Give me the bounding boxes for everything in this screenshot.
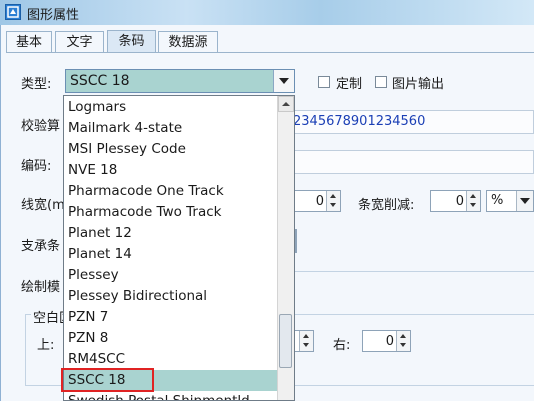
tab-barcode[interactable]: 条码 bbox=[107, 30, 156, 52]
margin-top-label: 上: bbox=[37, 338, 55, 353]
bar-reduction-unit-select[interactable]: % bbox=[486, 190, 534, 212]
dropdown-option[interactable]: Swedish Postal Shipmentld bbox=[64, 391, 278, 400]
dropdown-option[interactable]: PZN 8 bbox=[64, 328, 278, 349]
check-digit-label: 校验算 bbox=[21, 119, 61, 134]
decrement-icon[interactable] bbox=[303, 343, 309, 347]
custom-checkbox[interactable] bbox=[318, 76, 330, 88]
barcode-type-dropdown-list[interactable]: Logmars Mailmark 4-state MSI Plessey Cod… bbox=[63, 95, 295, 401]
decrement-icon[interactable] bbox=[470, 203, 476, 207]
draw-mode-divider bbox=[295, 271, 534, 272]
dropdown-option[interactable]: Logmars bbox=[64, 97, 278, 118]
tab-text-label: 文字 bbox=[66, 35, 93, 50]
dropdown-option[interactable]: RM4SCC bbox=[64, 349, 278, 370]
tab-basic-label: 基本 bbox=[15, 35, 42, 50]
scrollbar-thumb[interactable] bbox=[279, 314, 292, 368]
line-width-stepper[interactable] bbox=[326, 191, 340, 211]
increment-icon[interactable] bbox=[303, 334, 309, 338]
margin-right-value: 0 bbox=[385, 334, 394, 349]
bar-reduction-value: 0 bbox=[455, 194, 464, 209]
line-width-spinner[interactable]: 0 bbox=[295, 190, 341, 212]
dropdown-option[interactable]: NVE 18 bbox=[64, 160, 278, 181]
support-bar-label: 支承条 bbox=[21, 239, 61, 254]
type-label: 类型: bbox=[21, 77, 52, 92]
encoding-field[interactable] bbox=[295, 150, 534, 174]
encoding-label: 编码: bbox=[21, 159, 52, 174]
dropdown-arrow-icon[interactable] bbox=[273, 70, 294, 92]
dropdown-option[interactable]: Mailmark 4-state bbox=[64, 118, 278, 139]
bar-reduction-unit: % bbox=[491, 193, 504, 208]
tab-datasource[interactable]: 数据源 bbox=[158, 31, 218, 52]
dropdown-scrollbar[interactable] bbox=[277, 96, 294, 400]
chevron-down-icon[interactable] bbox=[516, 191, 533, 211]
decrement-icon[interactable] bbox=[400, 343, 406, 347]
dropdown-option[interactable]: Plessey Bidirectional bbox=[64, 286, 278, 307]
image-output-label: 图片输出 bbox=[392, 77, 445, 92]
margin-right-stepper[interactable] bbox=[396, 331, 410, 351]
tab-divider bbox=[6, 52, 534, 53]
barcode-type-value: SSCC 18 bbox=[70, 73, 130, 89]
barcode-type-select[interactable]: SSCC 18 bbox=[65, 69, 295, 93]
support-bar-control-edge[interactable] bbox=[295, 229, 297, 253]
margin-top-spinner[interactable] bbox=[295, 330, 314, 352]
dropdown-option[interactable]: Planet 12 bbox=[64, 223, 278, 244]
margin-top-stepper[interactable] bbox=[299, 331, 313, 351]
check-digit-value: 2345678901234560 bbox=[293, 114, 426, 129]
line-width-label: 线宽(m bbox=[21, 198, 65, 213]
increment-icon[interactable] bbox=[330, 194, 336, 198]
draw-mode-label: 绘制模 bbox=[21, 280, 61, 295]
dropdown-option[interactable]: Pharmacode One Track bbox=[64, 181, 278, 202]
window-title: 图形属性 bbox=[27, 8, 80, 23]
custom-label: 定制 bbox=[336, 77, 363, 92]
dropdown-option[interactable]: Pharmacode Two Track bbox=[64, 202, 278, 223]
tab-barcode-label: 条码 bbox=[118, 34, 145, 49]
tab-datasource-label: 数据源 bbox=[168, 35, 208, 50]
increment-icon[interactable] bbox=[400, 334, 406, 338]
increment-icon[interactable] bbox=[470, 194, 476, 198]
bar-reduction-label: 条宽削减: bbox=[358, 198, 415, 213]
line-width-value: 0 bbox=[315, 194, 324, 209]
margin-right-label: 右: bbox=[333, 338, 351, 353]
dropdown-option[interactable]: Planet 14 bbox=[64, 244, 278, 265]
tab-text[interactable]: 文字 bbox=[55, 31, 104, 52]
scroll-up-icon[interactable] bbox=[278, 96, 294, 112]
app-icon bbox=[5, 4, 21, 20]
window-titlebar[interactable]: 图形属性 bbox=[0, 0, 534, 25]
dropdown-option[interactable]: MSI Plessey Code bbox=[64, 139, 278, 160]
bar-reduction-stepper[interactable] bbox=[466, 191, 480, 211]
bar-reduction-spinner[interactable]: 0 bbox=[430, 190, 481, 212]
margin-right-spinner[interactable]: 0 bbox=[362, 330, 411, 352]
tab-basic[interactable]: 基本 bbox=[6, 31, 52, 52]
dropdown-option[interactable]: Plessey bbox=[64, 265, 278, 286]
dropdown-option[interactable]: PZN 7 bbox=[64, 307, 278, 328]
selection-highlight-box bbox=[61, 368, 154, 392]
decrement-icon[interactable] bbox=[330, 203, 336, 207]
image-output-checkbox[interactable] bbox=[375, 76, 387, 88]
